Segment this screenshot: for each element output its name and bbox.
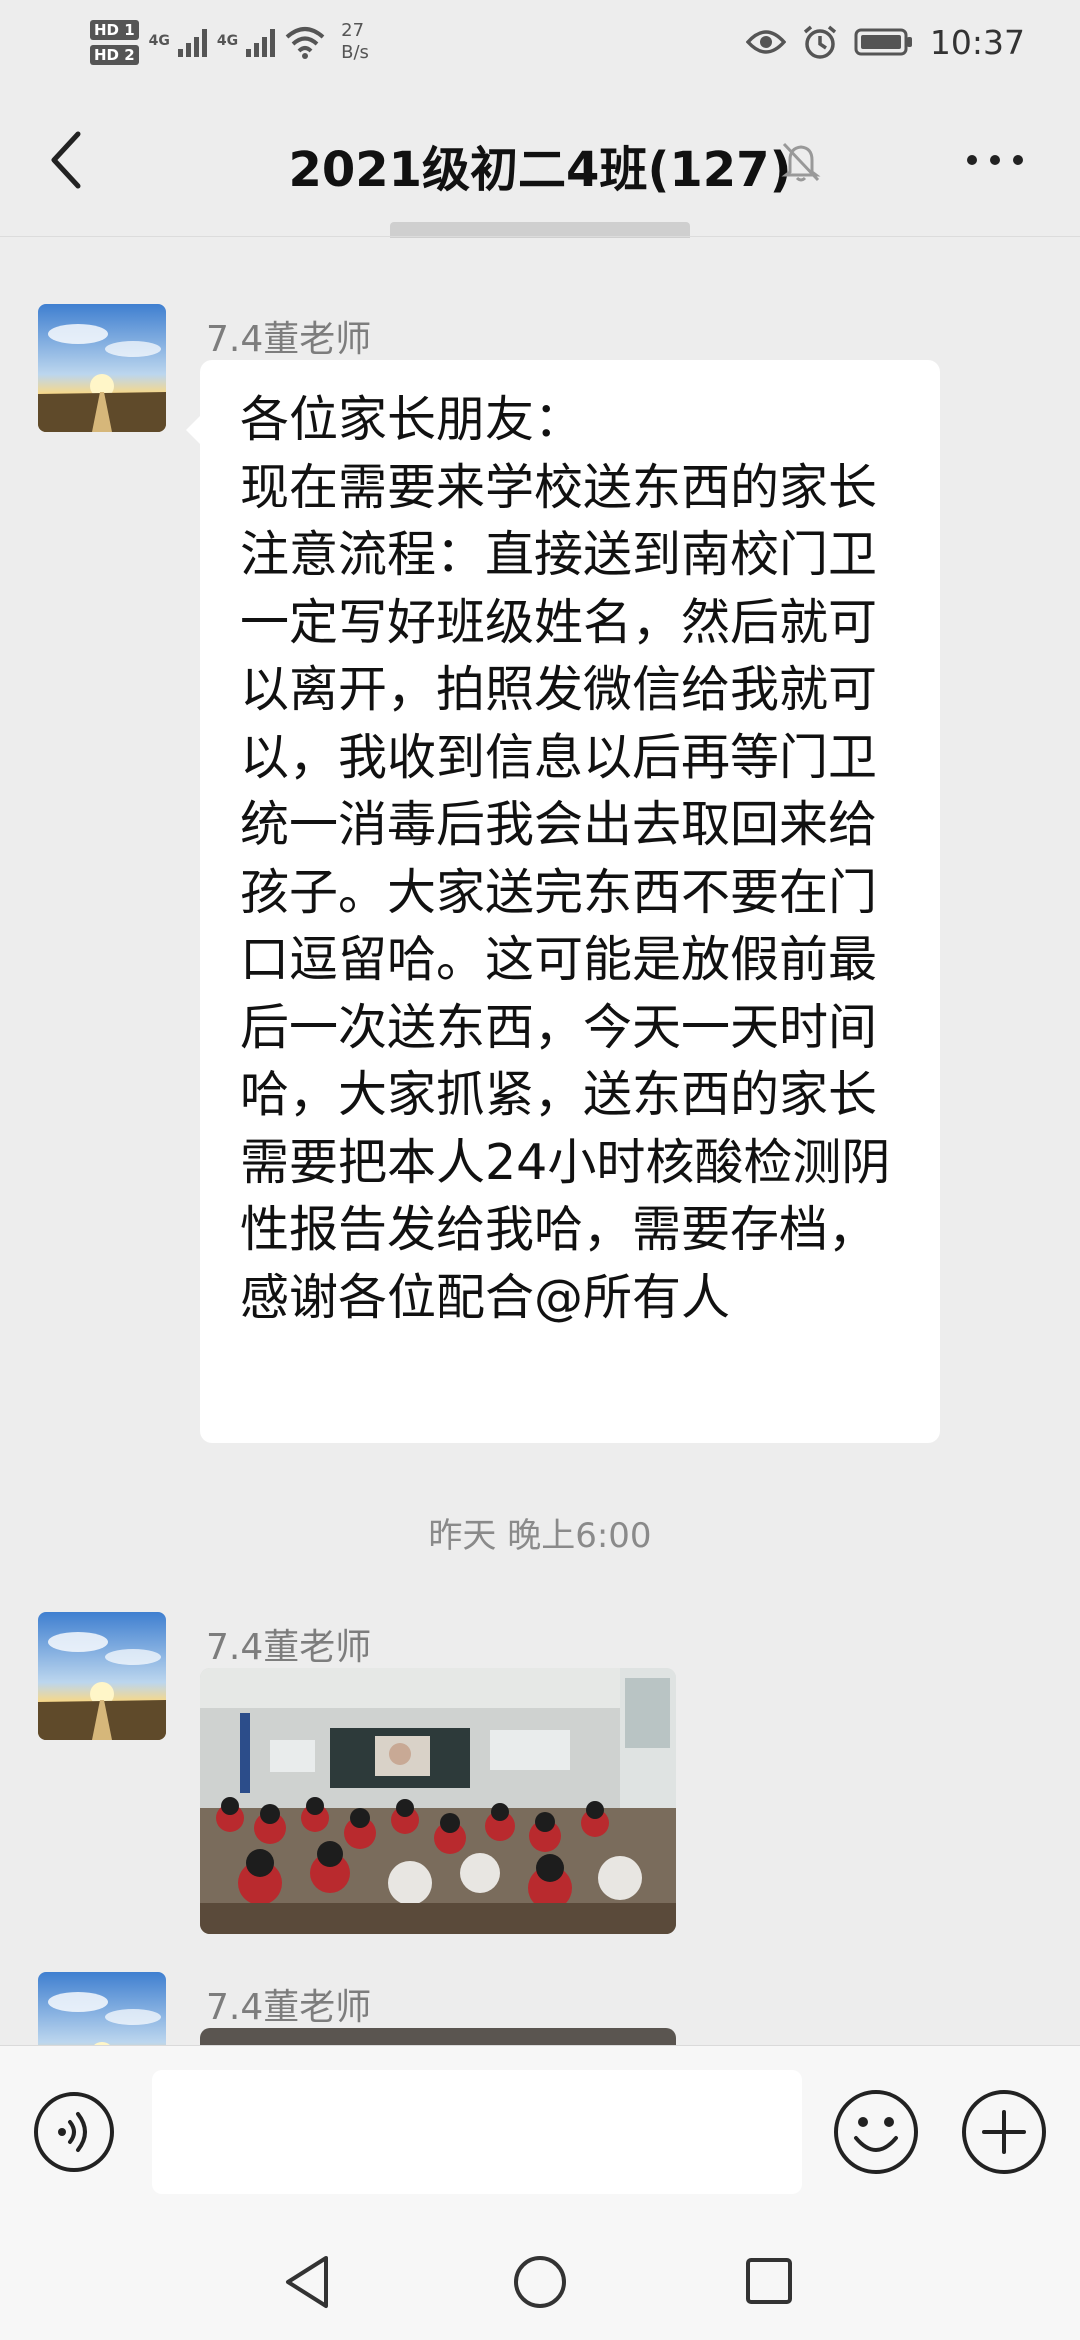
- nav-home-icon[interactable]: [512, 2254, 568, 2310]
- network-speed: 27 B/s: [341, 20, 369, 64]
- sender-name: 7.4董老师: [206, 1987, 372, 2028]
- plus-icon[interactable]: [960, 2088, 1048, 2176]
- message-text: 各位家长朋友： 现在需要来学校送东西的家长注意流程：直接送到南校门卫一定写好班级…: [240, 391, 891, 1326]
- chat-input-bar: [0, 2045, 1080, 2211]
- sim2-badge: HD 2: [90, 44, 139, 65]
- clock: 10:37: [929, 22, 1025, 62]
- message-input[interactable]: [152, 2070, 802, 2194]
- network-speed-value: 27: [341, 20, 365, 41]
- cut-off-timestamp: [0, 208, 1080, 238]
- status-right: 10:37: [745, 20, 1025, 64]
- header-divider: [0, 236, 1080, 237]
- message-bubble[interactable]: 各位家长朋友： 现在需要来学校送东西的家长注意流程：直接送到南校门卫一定写好班级…: [186, 360, 940, 1443]
- sender-name: 7.4董老师: [206, 1627, 372, 1668]
- signal-icon: 4G: [216, 27, 276, 57]
- network-type-1: 4G: [148, 33, 170, 49]
- network-speed-unit: B/s: [341, 42, 369, 63]
- emoji-icon[interactable]: [832, 2088, 920, 2176]
- voice-icon[interactable]: [32, 2090, 116, 2174]
- battery-icon: [854, 28, 912, 56]
- chat-title: 2021级初二4班(127): [288, 142, 792, 198]
- sim-badges: HD 1 HD 2: [90, 19, 139, 65]
- network-type-2: 4G: [216, 33, 239, 49]
- more-icon[interactable]: [960, 140, 1030, 180]
- signal-icon: 4G: [149, 27, 207, 57]
- wifi-icon: [285, 27, 325, 59]
- avatar[interactable]: [38, 1972, 166, 2045]
- avatar[interactable]: [38, 304, 166, 432]
- image-message[interactable]: [200, 2028, 676, 2045]
- sim1-badge: HD 1: [90, 19, 139, 40]
- chat-timestamp: 昨天 晚上6:00: [428, 1516, 652, 1556]
- nav-back-icon[interactable]: [282, 2254, 332, 2310]
- sender-name: 7.4董老师: [206, 319, 372, 360]
- chat-header: 2021级初二4班(127): [0, 100, 1080, 220]
- eye-icon: [745, 30, 786, 54]
- bubble-tail: [186, 416, 200, 444]
- image-message[interactable]: [200, 1668, 676, 1934]
- avatar[interactable]: [38, 1612, 166, 1740]
- alarm-icon: [803, 25, 837, 59]
- status-left: HD 1 HD 2 4G 4G 27 B/s: [90, 12, 369, 72]
- bell-muted-icon: [781, 142, 821, 182]
- status-bar: HD 1 HD 2 4G 4G 27 B/s 10:37: [0, 0, 1080, 80]
- system-nav-bar: [0, 2210, 1080, 2340]
- nav-recents-icon[interactable]: [744, 2256, 794, 2306]
